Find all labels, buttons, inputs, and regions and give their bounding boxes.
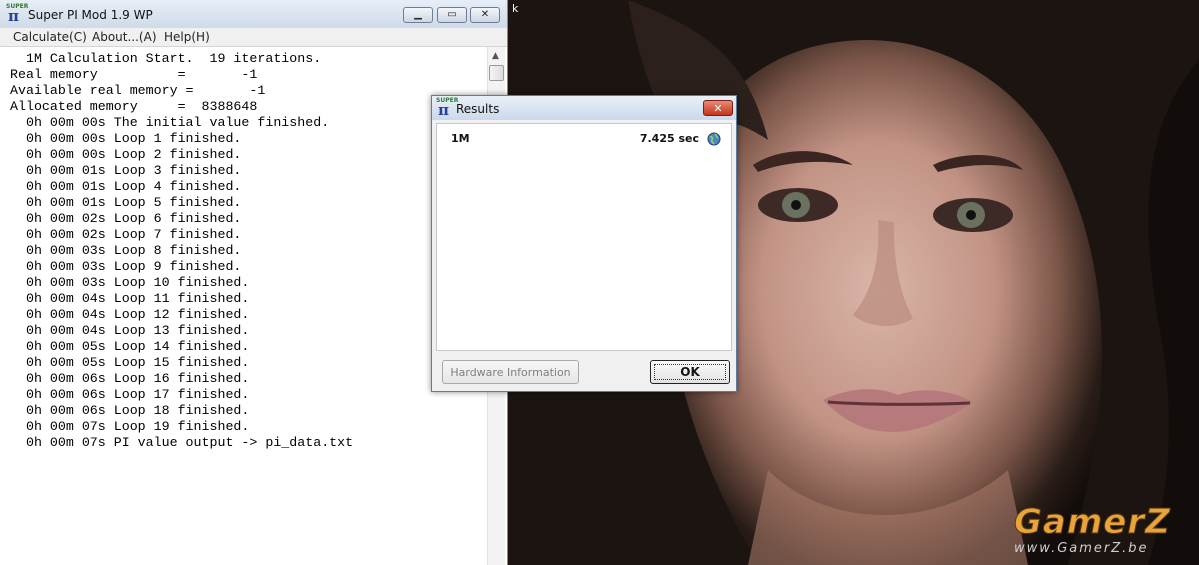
hardware-information-button[interactable]: Hardware Information — [442, 360, 579, 384]
log-line: 0h 00m 00s The initial value finished. — [10, 115, 330, 130]
log-line: 0h 00m 05s Loop 15 finished. — [10, 355, 250, 370]
results-dialog-title: Results — [456, 102, 500, 116]
watermark-url: www.GamerZ.be — [1014, 541, 1149, 556]
menu-calculate[interactable]: Calculate(C) — [13, 30, 87, 44]
log-line: 0h 00m 03s Loop 8 finished. — [10, 243, 242, 258]
result-size-label: 1M — [451, 132, 470, 145]
log-line: 0h 00m 04s Loop 13 finished. — [10, 323, 250, 338]
result-time-value: 7.425 sec — [639, 132, 699, 145]
close-icon: ✕ — [480, 9, 490, 20]
super-pi-icon[interactable]: SUPER π — [6, 4, 28, 25]
maximize-button[interactable]: ▭ — [437, 7, 467, 23]
log-line: 0h 00m 01s Loop 4 finished. — [10, 179, 242, 194]
main-window-title: Super PI Mod 1.9 WP — [28, 8, 153, 22]
desktop-icon-label: k — [512, 2, 519, 15]
ok-button-label: OK — [654, 364, 726, 380]
log-line: 0h 00m 02s Loop 7 finished. — [10, 227, 242, 242]
log-line: 0h 00m 05s Loop 14 finished. — [10, 339, 250, 354]
log-line: 0h 00m 00s Loop 1 finished. — [10, 131, 242, 146]
scroll-thumb[interactable] — [489, 65, 504, 81]
main-titlebar[interactable]: SUPER π Super PI Mod 1.9 WP ▁ ▭ ✕ — [0, 0, 507, 29]
minimize-button[interactable]: ▁ — [403, 7, 433, 23]
super-pi-icon: SUPER π — [436, 97, 459, 119]
log-line: 1M Calculation Start. 19 iterations. — [10, 51, 322, 66]
minimize-icon: ▁ — [414, 9, 422, 20]
log-line: 0h 00m 04s Loop 12 finished. — [10, 307, 250, 322]
close-button[interactable]: ✕ — [470, 7, 500, 23]
log-line: 0h 00m 06s Loop 18 finished. — [10, 403, 250, 418]
close-icon: ✕ — [713, 101, 723, 115]
log-line: 0h 00m 01s Loop 5 finished. — [10, 195, 242, 210]
log-line: 0h 00m 03s Loop 9 finished. — [10, 259, 242, 274]
log-line: 0h 00m 02s Loop 6 finished. — [10, 211, 242, 226]
watermark: GamerZ www.GamerZ.be — [1014, 502, 1171, 557]
watermark-logo: GamerZ — [1014, 502, 1171, 542]
results-close-button[interactable]: ✕ — [703, 100, 733, 116]
menu-about[interactable]: About...(A) — [92, 30, 157, 44]
log-line: Allocated memory = 8388648 — [10, 99, 258, 114]
log-line: Available real memory = -1 — [10, 83, 266, 98]
ok-button[interactable]: OK — [650, 360, 730, 384]
calculation-log: 1M Calculation Start. 19 iterations. Real… — [0, 47, 487, 451]
results-titlebar[interactable]: SUPER π Results ✕ — [432, 96, 736, 120]
log-line: 0h 00m 06s Loop 16 finished. — [10, 371, 250, 386]
globe-icon[interactable] — [707, 132, 721, 146]
menu-bar: Calculate(C) About...(A) Help(H) — [0, 28, 507, 47]
menu-help[interactable]: Help(H) — [164, 30, 210, 44]
log-line: 0h 00m 04s Loop 11 finished. — [10, 291, 250, 306]
log-line: 0h 00m 00s Loop 2 finished. — [10, 147, 242, 162]
log-line: 0h 00m 01s Loop 3 finished. — [10, 163, 242, 178]
results-list: 1M 7.425 sec — [436, 123, 732, 351]
log-line: 0h 00m 03s Loop 10 finished. — [10, 275, 250, 290]
log-line: Real memory = -1 — [10, 67, 258, 82]
log-line: 0h 00m 06s Loop 17 finished. — [10, 387, 250, 402]
maximize-icon: ▭ — [447, 9, 457, 20]
results-dialog: SUPER π Results ✕ 1M 7.425 sec Hardware … — [431, 95, 737, 392]
log-output-area[interactable]: 1M Calculation Start. 19 iterations. Real… — [0, 47, 487, 565]
log-line: 0h 00m 07s Loop 19 finished. — [10, 419, 250, 434]
log-line: 0h 00m 07s PI value output -> pi_data.tx… — [10, 435, 354, 450]
scroll-up-arrow-icon[interactable]: ▲ — [492, 51, 499, 61]
